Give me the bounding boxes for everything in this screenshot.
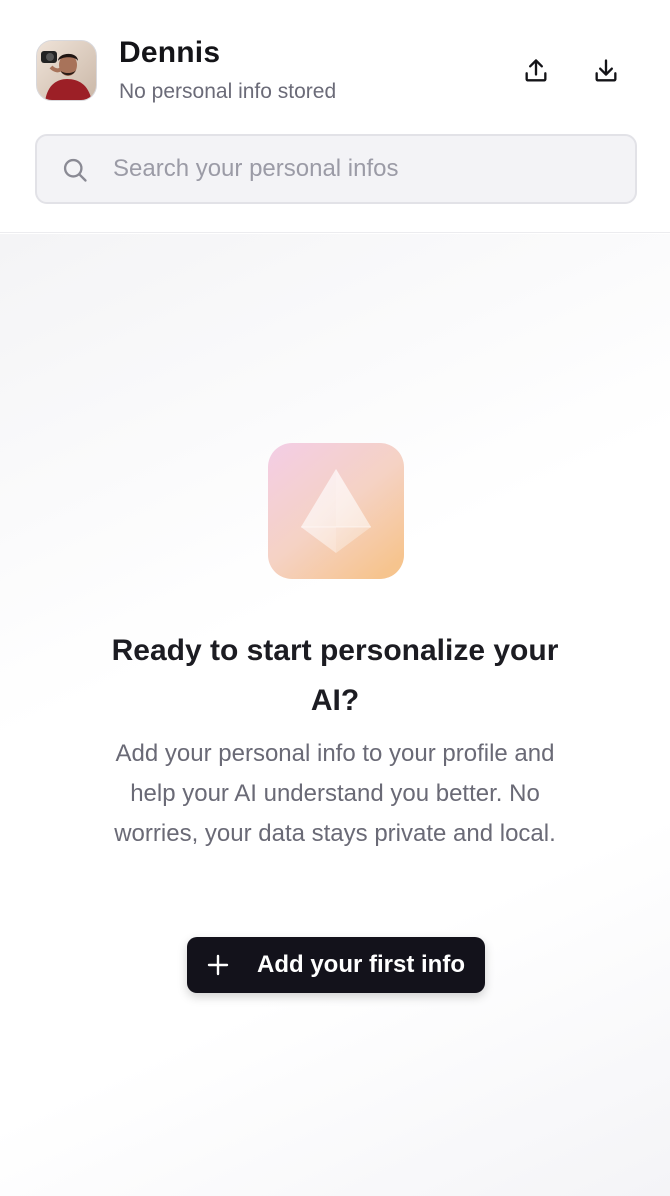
search-icon xyxy=(63,158,87,182)
plus-icon xyxy=(207,954,229,976)
avatar[interactable] xyxy=(36,40,97,101)
download-button[interactable] xyxy=(587,52,625,90)
download-icon xyxy=(595,59,617,82)
avatar-photo xyxy=(37,41,96,100)
upload-icon xyxy=(525,59,547,82)
upload-button[interactable] xyxy=(517,52,555,90)
profile-status: No personal info stored xyxy=(119,80,337,103)
crystal-illustration xyxy=(268,443,404,579)
empty-state-panel: Ready to start personalize your AI? Add … xyxy=(0,234,670,1196)
empty-state-description: Add your personal info to your profile a… xyxy=(114,740,556,847)
empty-state-title: Ready to start personalize your AI? xyxy=(111,634,559,717)
add-first-info-label: Add your first info xyxy=(257,951,465,978)
profile-name: Dennis xyxy=(119,36,221,69)
add-first-info-button[interactable]: Add your first info xyxy=(187,937,485,993)
search-input[interactable] xyxy=(113,136,613,202)
search-bar[interactable] xyxy=(35,134,637,204)
profile-header: Dennis No personal info stored xyxy=(0,0,670,233)
